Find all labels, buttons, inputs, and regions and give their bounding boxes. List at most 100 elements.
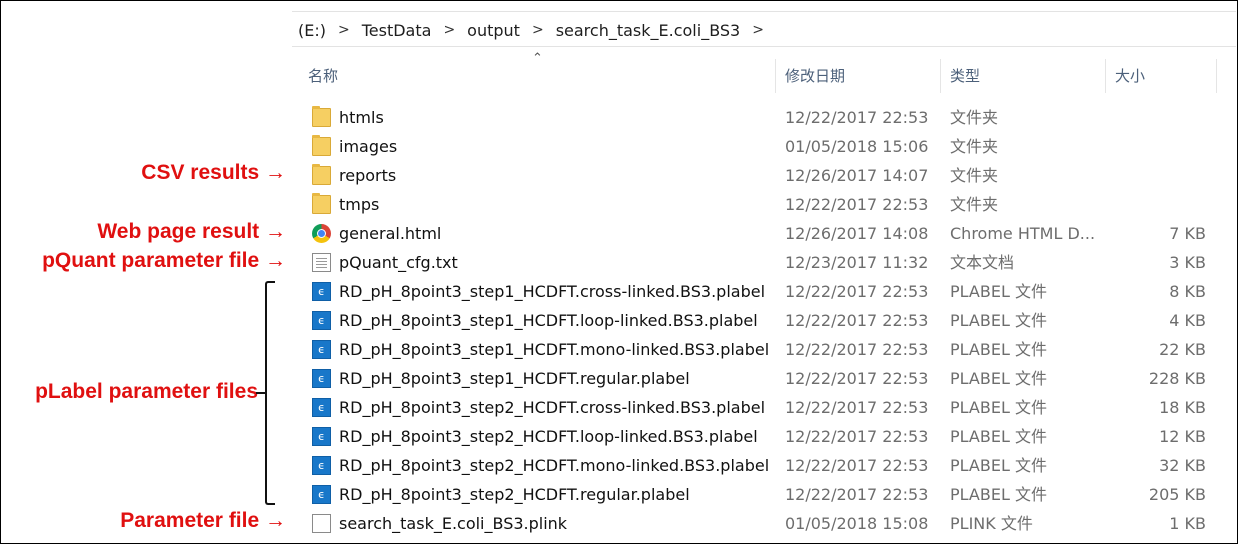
file-row[interactable]: ϵ RD_pH_8point3_step1_HCDFT.cross-linked.… bbox=[292, 277, 1236, 306]
file-name: RD_pH_8point3_step2_HCDFT.mono-linked.BS… bbox=[339, 456, 770, 475]
file-size: 3 KB bbox=[1169, 253, 1206, 272]
plabel-file-icon: ϵ bbox=[312, 398, 331, 417]
column-header-size[interactable]: 大小 bbox=[1115, 59, 1145, 93]
plabel-file-icon: ϵ bbox=[312, 340, 331, 359]
column-header-name[interactable]: 名称 bbox=[308, 59, 338, 93]
file-row[interactable]: htmls 12/22/2017 22:53 文件夹 bbox=[292, 103, 1236, 132]
plabel-bracket-tip bbox=[256, 392, 266, 394]
file-size: 228 KB bbox=[1148, 369, 1206, 388]
column-divider[interactable] bbox=[1216, 59, 1217, 93]
file-type: 文件夹 bbox=[950, 108, 999, 127]
file-row[interactable]: ϵ RD_pH_8point3_step2_HCDFT.loop-linked.B… bbox=[292, 422, 1236, 451]
plabel-file-icon: ϵ bbox=[312, 369, 331, 388]
breadcrumb-output[interactable]: output bbox=[467, 21, 520, 40]
chevron-right-icon[interactable]: > bbox=[443, 22, 455, 38]
folder-icon bbox=[312, 106, 331, 127]
annotation-parameter-file: Parameter file → bbox=[120, 509, 286, 532]
file-type: 文件夹 bbox=[950, 166, 999, 185]
breadcrumb-search-task[interactable]: search_task_E.coli_BS3 bbox=[556, 21, 741, 40]
file-row[interactable]: ϵ RD_pH_8point3_step1_HCDFT.regular.plabe… bbox=[292, 364, 1236, 393]
column-divider[interactable] bbox=[775, 59, 776, 93]
file-date-modified: 12/22/2017 22:53 bbox=[785, 282, 929, 301]
file-name: RD_pH_8point3_step1_HCDFT.loop-linked.BS… bbox=[339, 311, 758, 330]
file-row[interactable]: ϵ RD_pH_8point3_step1_HCDFT.mono-linked.B… bbox=[292, 335, 1236, 364]
file-type: PLABEL 文件 bbox=[950, 369, 1047, 388]
file-date-modified: 12/22/2017 22:53 bbox=[785, 456, 929, 475]
file-size: 18 KB bbox=[1159, 398, 1206, 417]
chevron-right-icon[interactable]: > bbox=[532, 22, 544, 38]
plabel-file-icon: ϵ bbox=[312, 456, 331, 475]
file-row[interactable]: general.html 12/26/2017 14:08 Chrome HTML … bbox=[292, 219, 1236, 248]
file-name: htmls bbox=[339, 108, 384, 127]
column-header-date[interactable]: 修改日期 bbox=[785, 59, 845, 93]
file-date-modified: 12/22/2017 22:53 bbox=[785, 108, 929, 127]
file-name: RD_pH_8point3_step1_HCDFT.mono-linked.BS… bbox=[339, 340, 770, 359]
breadcrumb-drive[interactable]: (E:) bbox=[298, 21, 326, 40]
file-list: htmls 12/22/2017 22:53 文件夹 images 01/05/2018… bbox=[292, 103, 1236, 538]
file-row[interactable]: ϵ RD_pH_8point3_step2_HCDFT.regular.plabe… bbox=[292, 480, 1236, 509]
file-name: RD_pH_8point3_step2_HCDFT.cross-linked.B… bbox=[339, 398, 766, 417]
file-name: RD_pH_8point3_step2_HCDFT.regular.plabel bbox=[339, 485, 690, 504]
file-type: PLABEL 文件 bbox=[950, 311, 1047, 330]
column-divider[interactable] bbox=[940, 59, 941, 93]
plabel-file-icon: ϵ bbox=[312, 485, 331, 504]
file-type: PLABEL 文件 bbox=[950, 282, 1047, 301]
file-type: 文件夹 bbox=[950, 195, 999, 214]
file-name: tmps bbox=[339, 195, 380, 214]
file-date-modified: 12/23/2017 11:32 bbox=[785, 253, 929, 272]
file-date-modified: 12/22/2017 22:53 bbox=[785, 485, 929, 504]
file-name: RD_pH_8point3_step1_HCDFT.regular.plabel bbox=[339, 369, 690, 388]
file-type: PLINK 文件 bbox=[950, 514, 1033, 533]
text-file-icon bbox=[312, 253, 331, 272]
file-size: 1 KB bbox=[1169, 514, 1206, 533]
sort-ascending-icon: ⌃ bbox=[532, 51, 543, 66]
column-header-type[interactable]: 类型 bbox=[950, 59, 980, 93]
file-size: 4 KB bbox=[1169, 311, 1206, 330]
file-type: PLABEL 文件 bbox=[950, 340, 1047, 359]
file-type: 文本文档 bbox=[950, 253, 1015, 272]
file-type: PLABEL 文件 bbox=[950, 427, 1047, 446]
chevron-right-icon[interactable]: > bbox=[752, 22, 764, 38]
column-divider[interactable] bbox=[1105, 59, 1106, 93]
file-name: images bbox=[339, 137, 398, 156]
file-type: Chrome HTML D... bbox=[950, 224, 1096, 243]
column-header-row: ⌃ 名称 修改日期 类型 大小 bbox=[292, 51, 1236, 93]
file-date-modified: 01/05/2018 15:08 bbox=[785, 514, 929, 533]
file-row[interactable]: tmps 12/22/2017 22:53 文件夹 bbox=[292, 190, 1236, 219]
file-size: 22 KB bbox=[1159, 340, 1206, 359]
annotation-pquant-parameter-file: pQuant parameter file → bbox=[42, 249, 286, 272]
file-date-modified: 12/26/2017 14:07 bbox=[785, 166, 929, 185]
file-row[interactable]: ϵ RD_pH_8point3_step2_HCDFT.cross-linked.… bbox=[292, 393, 1236, 422]
folder-icon bbox=[312, 164, 331, 185]
file-row[interactable]: ϵ RD_pH_8point3_step1_HCDFT.loop-linked.B… bbox=[292, 306, 1236, 335]
chevron-right-icon[interactable]: > bbox=[338, 22, 350, 38]
file-date-modified: 12/22/2017 22:53 bbox=[785, 398, 929, 417]
annotation-csv-results: CSV results → bbox=[141, 161, 286, 184]
file-date-modified: 01/05/2018 15:06 bbox=[785, 137, 929, 156]
file-size: 7 KB bbox=[1169, 224, 1206, 243]
file-date-modified: 12/22/2017 22:53 bbox=[785, 195, 929, 214]
file-name: reports bbox=[339, 166, 397, 185]
file-row[interactable]: reports 12/26/2017 14:07 文件夹 bbox=[292, 161, 1236, 190]
file-date-modified: 12/22/2017 22:53 bbox=[785, 369, 929, 388]
file-name: pQuant_cfg.txt bbox=[339, 253, 458, 272]
file-row[interactable]: images 01/05/2018 15:06 文件夹 bbox=[292, 132, 1236, 161]
plabel-file-icon: ϵ bbox=[312, 282, 331, 301]
file-name: RD_pH_8point3_step2_HCDFT.loop-linked.BS… bbox=[339, 427, 758, 446]
file-size: 32 KB bbox=[1159, 456, 1206, 475]
plabel-bracket bbox=[265, 281, 275, 505]
file-row[interactable]: pQuant_cfg.txt 12/23/2017 11:32 文本文档 3 KB bbox=[292, 248, 1236, 277]
file-size: 12 KB bbox=[1159, 427, 1206, 446]
file-type: 文件夹 bbox=[950, 137, 999, 156]
file-name: search_task_E.coli_BS3.plink bbox=[339, 514, 568, 533]
address-bar[interactable]: (E:) > TestData > output > search_task_E… bbox=[292, 11, 1236, 47]
folder-icon bbox=[312, 135, 331, 156]
breadcrumb-testdata[interactable]: TestData bbox=[362, 21, 432, 40]
folder-icon bbox=[312, 193, 331, 214]
file-row[interactable]: ϵ RD_pH_8point3_step2_HCDFT.mono-linked.B… bbox=[292, 451, 1236, 480]
chrome-icon bbox=[312, 224, 331, 243]
file-date-modified: 12/22/2017 22:53 bbox=[785, 427, 929, 446]
file-type: PLABEL 文件 bbox=[950, 485, 1047, 504]
file-type: PLABEL 文件 bbox=[950, 398, 1047, 417]
file-row[interactable]: search_task_E.coli_BS3.plink 01/05/2018 1… bbox=[292, 509, 1236, 538]
